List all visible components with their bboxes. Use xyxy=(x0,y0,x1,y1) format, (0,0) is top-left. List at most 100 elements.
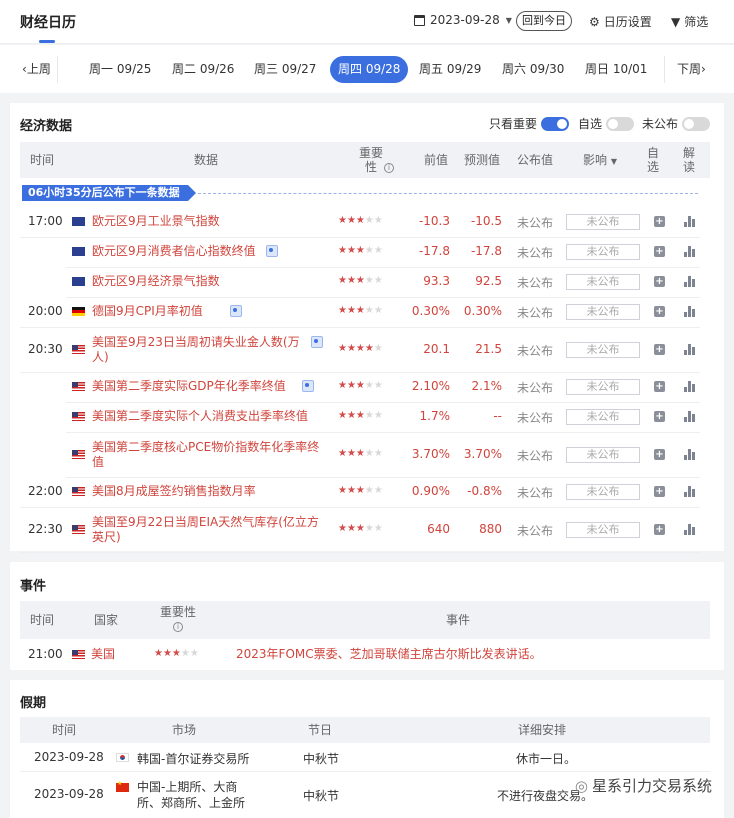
add-watch-icon[interactable]: + xyxy=(654,448,665,460)
tab-day-4[interactable]: 周五 09/29 xyxy=(419,56,481,83)
us-flag-icon xyxy=(72,412,85,421)
indicator-name[interactable]: 欧元区9月经济景气指数 xyxy=(92,274,220,289)
release-time: 20:00 xyxy=(28,304,63,318)
econ-title: 经济数据 xyxy=(20,119,73,134)
previous-value: 640 xyxy=(427,521,450,536)
add-watch-icon[interactable]: + xyxy=(654,216,665,227)
attachment-icon[interactable] xyxy=(302,380,314,392)
col-hol-holiday: 节日 xyxy=(308,723,333,737)
date-value: 2023-09-28 xyxy=(430,13,500,27)
us-flag-icon xyxy=(72,487,85,496)
attachment-icon[interactable] xyxy=(230,305,242,317)
forecast-value: 92.5 xyxy=(475,274,502,288)
bar-chart-icon[interactable] xyxy=(684,448,695,460)
switch-unpublished[interactable] xyxy=(682,116,711,131)
tab-day-1[interactable]: 周二 09/26 xyxy=(172,56,234,83)
caret-down-icon: ▼ xyxy=(610,157,617,166)
previous-value: 0.30% xyxy=(411,304,450,318)
col-hol-time: 时间 xyxy=(52,723,77,737)
previous-value: 1.7% xyxy=(419,409,451,423)
bar-chart-icon[interactable] xyxy=(684,411,695,422)
holidays-title: 假期 xyxy=(20,696,47,711)
toggle-unpublished[interactable]: 未公布 xyxy=(642,115,711,132)
actual-value: 未公布 xyxy=(517,411,554,425)
indicator-name[interactable]: 美国至9月23日当周初请失业金人数(万 人) xyxy=(92,335,300,365)
impact-box: 未公布 xyxy=(566,409,640,425)
bar-chart-icon[interactable] xyxy=(684,381,695,392)
tab-day-6[interactable]: 周日 10/01 xyxy=(585,56,647,83)
col-ev-event: 事件 xyxy=(446,613,471,627)
add-watch-icon[interactable]: + xyxy=(654,276,665,287)
event-importance-stars: ★★★★★ xyxy=(154,648,199,659)
bar-chart-icon[interactable] xyxy=(684,486,695,497)
impact-box: 未公布 xyxy=(566,274,640,290)
tab-day-2[interactable]: 周三 09/27 xyxy=(254,56,316,83)
tab-day-3[interactable]: 周四 09/28 xyxy=(330,56,409,83)
eu-flag-icon xyxy=(72,217,85,226)
de-flag-icon xyxy=(72,307,85,316)
tab-day-0[interactable]: 周一 09/25 xyxy=(89,56,151,83)
bar-chart-icon[interactable] xyxy=(684,216,695,227)
attachment-icon[interactable] xyxy=(311,335,323,348)
bar-chart-icon[interactable] xyxy=(684,306,695,317)
add-watch-icon[interactable]: + xyxy=(654,486,665,497)
calendar-settings-button[interactable]: ⚙ 日历设置 xyxy=(589,13,652,30)
today-button[interactable]: 回到今日 xyxy=(516,11,572,31)
bar-chart-icon[interactable] xyxy=(684,246,695,257)
impact-box: 未公布 xyxy=(566,484,640,500)
col-watch: 自选 xyxy=(646,146,659,174)
us-flag-icon xyxy=(72,524,85,534)
bar-chart-icon[interactable] xyxy=(684,276,695,287)
indicator-name[interactable]: 欧元区9月消费者信心指数终值 xyxy=(92,244,256,259)
add-watch-icon[interactable]: + xyxy=(654,343,665,355)
indicator-name[interactable]: 美国第二季度实际个人消费支出季率终值 xyxy=(92,409,308,424)
tab-day-5[interactable]: 周六 09/30 xyxy=(502,56,564,83)
next-week-button[interactable]: 下周› xyxy=(664,56,706,83)
eu-flag-icon xyxy=(72,277,85,286)
add-watch-icon[interactable]: + xyxy=(654,523,665,535)
forecast-value: -10.5 xyxy=(470,214,502,228)
col-impact[interactable]: 影响 ▼ xyxy=(583,153,617,169)
week-bar: ‹上周 周一 09/25 周二 09/26 周三 09/27 周四 09/28 … xyxy=(0,45,734,93)
settings-label: 日历设置 xyxy=(603,15,652,29)
importance-stars: ★★★★★ xyxy=(338,275,383,286)
toggle-watchlist[interactable]: 自选 xyxy=(578,115,635,132)
indicator-name[interactable]: 美国第二季度实际GDP年化季率终值 xyxy=(92,379,286,394)
actual-value: 未公布 xyxy=(517,246,554,260)
switch-important[interactable] xyxy=(541,116,570,131)
row-divider xyxy=(66,477,700,478)
filter-button[interactable]: ▼ 筛选 xyxy=(671,13,708,30)
add-watch-icon[interactable]: + xyxy=(654,306,665,317)
indicator-name[interactable]: 美国至9月22日当周EIA天然气库存(亿立方 英尺) xyxy=(92,515,319,545)
bar-chart-icon[interactable] xyxy=(684,523,695,535)
impact-box: 未公布 xyxy=(566,379,640,395)
indicator-name[interactable]: 欧元区9月工业景气指数 xyxy=(92,214,220,229)
calendar-icon xyxy=(414,14,425,26)
holidays-card xyxy=(10,680,724,818)
notice-divider xyxy=(198,193,698,194)
toggle-important[interactable]: 只看重要 xyxy=(489,115,570,132)
previous-value: 93.3 xyxy=(423,274,450,288)
event-country: 美国 xyxy=(91,647,116,661)
add-watch-icon[interactable]: + xyxy=(654,246,665,257)
holiday-market: 中国-上期所、大商 所、郑商所、上金所 xyxy=(137,780,246,810)
holiday-time: 2023-09-28 xyxy=(34,787,104,801)
eu-flag-icon xyxy=(72,247,85,256)
release-time: 22:00 xyxy=(28,484,63,498)
previous-value: -17.8 xyxy=(418,244,450,258)
add-watch-icon[interactable]: + xyxy=(654,411,665,422)
prev-week-button[interactable]: ‹上周 xyxy=(22,56,58,83)
info-icon: i xyxy=(384,162,394,173)
importance-stars: ★★★★★ xyxy=(338,215,383,226)
indicator-name[interactable]: 美国8月成屋签约销售指数月率 xyxy=(92,484,256,499)
indicator-name[interactable]: 德国9月CPI月率初值 xyxy=(92,304,203,319)
attachment-icon[interactable] xyxy=(266,245,278,257)
bar-chart-icon[interactable] xyxy=(684,343,695,355)
col-interpret: 解读 xyxy=(682,146,695,174)
add-watch-icon[interactable]: + xyxy=(654,381,665,392)
importance-stars: ★★★★★ xyxy=(338,245,383,256)
indicator-name[interactable]: 美国第二季度核心PCE物价指数年化季率终 值 xyxy=(92,440,319,470)
event-text[interactable]: 2023年FOMC票委、芝加哥联储主席古尔斯比发表讲话。 xyxy=(236,647,542,662)
switch-watchlist[interactable] xyxy=(606,116,635,131)
date-picker[interactable]: 2023-09-28 ▼ xyxy=(414,13,512,27)
